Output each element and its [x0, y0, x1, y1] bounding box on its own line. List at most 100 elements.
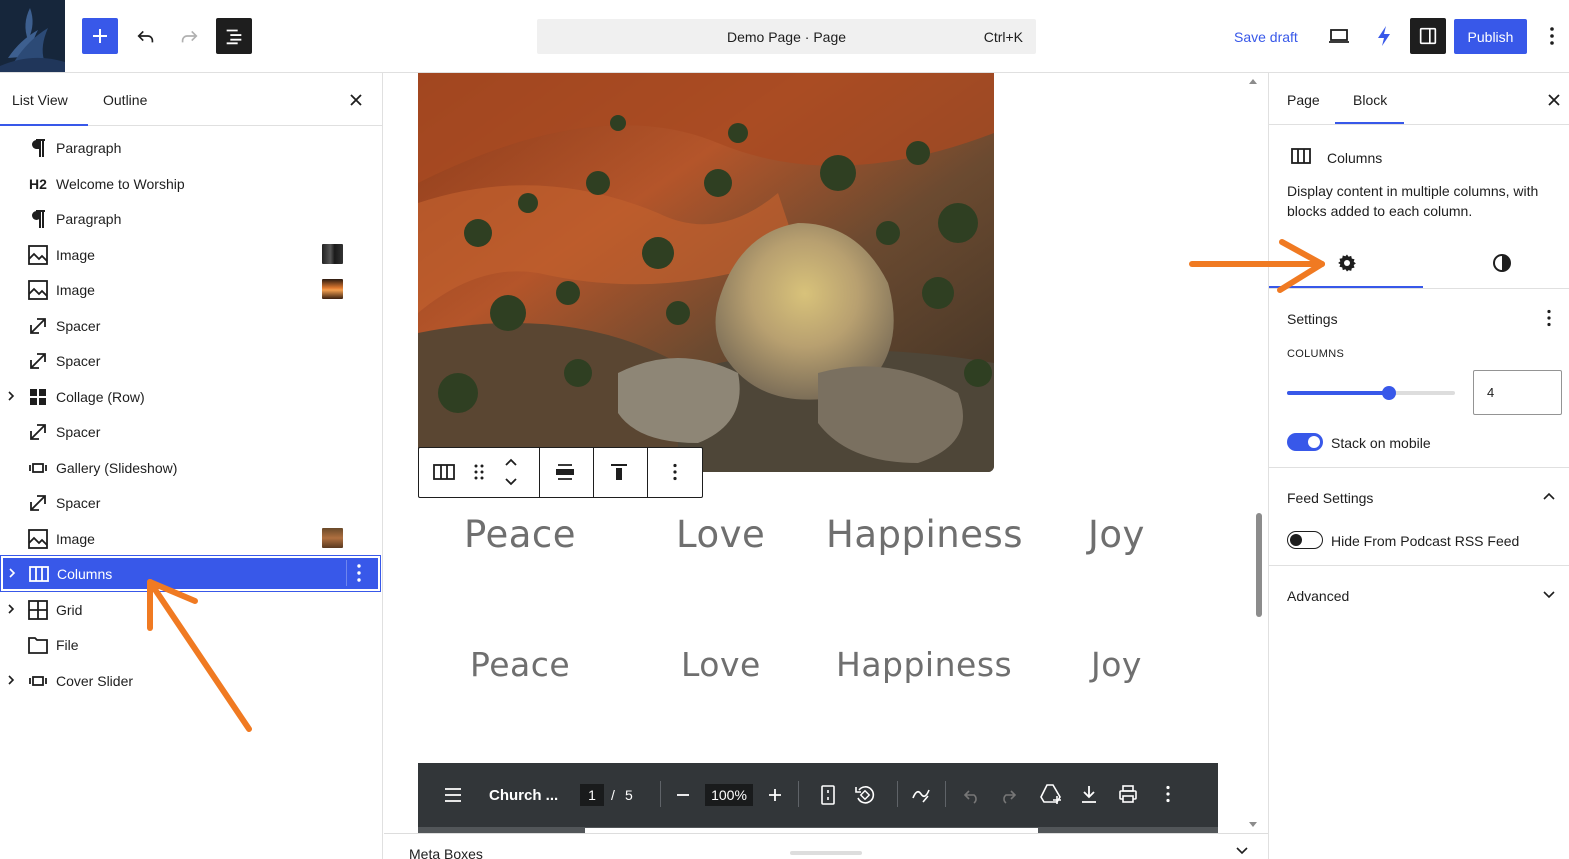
- landscape-image[interactable]: [418, 73, 994, 472]
- column-text[interactable]: Love: [676, 513, 765, 556]
- print-button[interactable]: [1118, 784, 1138, 804]
- list-item[interactable]: Spacer: [0, 308, 382, 342]
- columns-number-input[interactable]: 4: [1473, 370, 1562, 415]
- chevron-right-icon[interactable]: [5, 673, 17, 687]
- zoom-input[interactable]: 100%: [705, 784, 753, 806]
- advanced-toggle[interactable]: [1542, 590, 1556, 600]
- preview-button[interactable]: [1321, 18, 1357, 54]
- zoom-in-button[interactable]: [768, 787, 782, 803]
- desktop-icon: [1329, 29, 1349, 43]
- feed-settings-toggle[interactable]: [1542, 491, 1556, 501]
- add-block-button[interactable]: [82, 18, 118, 54]
- divider: [945, 781, 946, 807]
- meta-boxes-toggle[interactable]: [1235, 846, 1249, 856]
- align-button[interactable]: [555, 463, 575, 481]
- spacer-icon: [27, 493, 49, 513]
- tab-list-view[interactable]: List View: [12, 92, 68, 108]
- columns-slider-thumb[interactable]: [1382, 386, 1396, 400]
- list-item[interactable]: Collage (Row): [0, 379, 382, 413]
- list-item[interactable]: Spacer: [0, 414, 382, 448]
- pdf-more-button[interactable]: [1165, 785, 1171, 803]
- list-item-label: Grid: [56, 602, 83, 618]
- hide-from-podcast-toggle[interactable]: [1287, 531, 1323, 549]
- column-text[interactable]: Joy: [1088, 513, 1145, 556]
- editor-canvas[interactable]: Peace Love Happiness Joy Peace Love Happ…: [384, 73, 1268, 859]
- settings-options-button[interactable]: [1546, 309, 1552, 327]
- adventist-logo-icon: [0, 0, 65, 72]
- list-item[interactable]: Image: [0, 272, 382, 306]
- redo-button[interactable]: [171, 18, 207, 54]
- list-item[interactable]: Paragraph: [0, 130, 382, 164]
- block-type-button[interactable]: [433, 463, 455, 481]
- block-options-button[interactable]: [356, 563, 362, 583]
- settings-tab[interactable]: [1337, 253, 1357, 273]
- zoom-out-button[interactable]: [676, 787, 690, 803]
- scrollbar-thumb[interactable]: [1256, 513, 1262, 617]
- feed-settings-title[interactable]: Feed Settings: [1287, 490, 1373, 506]
- rotate-button[interactable]: [854, 784, 876, 806]
- meta-boxes-panel[interactable]: Meta Boxes: [384, 833, 1268, 859]
- document-overview-button[interactable]: [216, 18, 252, 54]
- list-item[interactable]: Image: [0, 521, 382, 555]
- tab-block[interactable]: Block: [1353, 92, 1387, 108]
- pdf-menu-button[interactable]: [444, 787, 462, 803]
- save-draft-button[interactable]: Save draft: [1234, 29, 1298, 45]
- options-button[interactable]: [1538, 18, 1566, 54]
- undo-button[interactable]: [128, 18, 164, 54]
- block-more-button[interactable]: [672, 463, 678, 481]
- list-item[interactable]: Spacer: [0, 485, 382, 519]
- spacer-icon: [27, 351, 49, 371]
- vertical-align-button[interactable]: [610, 463, 628, 481]
- close-list-view-button[interactable]: [345, 89, 367, 111]
- pdf-undo-button[interactable]: [963, 785, 981, 805]
- list-item[interactable]: Cover Slider: [0, 663, 382, 697]
- site-logo[interactable]: [0, 0, 65, 72]
- columns-row[interactable]: Peace Love Happiness Joy: [418, 645, 1218, 705]
- stack-on-mobile-toggle[interactable]: [1287, 433, 1323, 451]
- chevron-up-down-icon: [505, 458, 517, 486]
- canvas-scrollbar[interactable]: [1246, 73, 1260, 833]
- list-item-label: Paragraph: [56, 211, 122, 227]
- tab-outline[interactable]: Outline: [103, 92, 147, 108]
- fit-page-button[interactable]: [821, 785, 835, 805]
- divider: [1269, 467, 1569, 468]
- performance-button[interactable]: [1366, 18, 1402, 54]
- command-palette-bar[interactable]: Demo Page · Page Ctrl+K: [537, 19, 1036, 54]
- column-text[interactable]: Peace: [464, 513, 576, 556]
- settings-sidebar-button[interactable]: [1410, 18, 1446, 54]
- list-item[interactable]: Image: [0, 237, 382, 271]
- column-text[interactable]: Joy: [1091, 645, 1142, 684]
- column-text[interactable]: Happiness: [826, 513, 1023, 556]
- styles-tab[interactable]: [1492, 253, 1512, 273]
- column-text[interactable]: Peace: [470, 645, 570, 684]
- pdf-redo-button[interactable]: [999, 785, 1017, 805]
- drag-handle[interactable]: [473, 463, 485, 481]
- columns-row[interactable]: Peace Love Happiness Joy: [418, 513, 1218, 573]
- column-text[interactable]: Happiness: [836, 645, 1012, 684]
- publish-button[interactable]: Publish: [1454, 19, 1527, 54]
- list-item[interactable]: File: [0, 627, 382, 661]
- slideshow-icon: [27, 458, 49, 478]
- tab-page[interactable]: Page: [1287, 92, 1320, 108]
- block-description: Display content in multiple columns, wit…: [1287, 183, 1539, 219]
- hamburger-icon: [445, 788, 461, 802]
- list-item[interactable]: Grid: [0, 592, 382, 626]
- close-settings-button[interactable]: [1543, 89, 1565, 111]
- resize-handle[interactable]: [790, 851, 862, 855]
- column-text[interactable]: Love: [681, 645, 761, 684]
- advanced-section-title[interactable]: Advanced: [1287, 588, 1349, 604]
- list-item-selected[interactable]: Columns: [0, 555, 381, 592]
- list-item[interactable]: Paragraph: [0, 201, 382, 235]
- chevron-right-icon[interactable]: [6, 566, 18, 580]
- list-item[interactable]: H2 Welcome to Worship: [0, 166, 382, 200]
- list-item[interactable]: Gallery (Slideshow): [0, 450, 382, 484]
- chevron-right-icon[interactable]: [5, 389, 17, 403]
- align-top-icon: [611, 464, 627, 480]
- chevron-right-icon[interactable]: [5, 602, 17, 616]
- download-button[interactable]: [1080, 784, 1098, 804]
- move-up-down-button[interactable]: [503, 456, 519, 488]
- add-to-drive-button[interactable]: [1039, 783, 1063, 805]
- list-item[interactable]: Spacer: [0, 343, 382, 377]
- annotate-button[interactable]: [911, 784, 931, 806]
- pdf-page-input[interactable]: 1: [580, 784, 604, 806]
